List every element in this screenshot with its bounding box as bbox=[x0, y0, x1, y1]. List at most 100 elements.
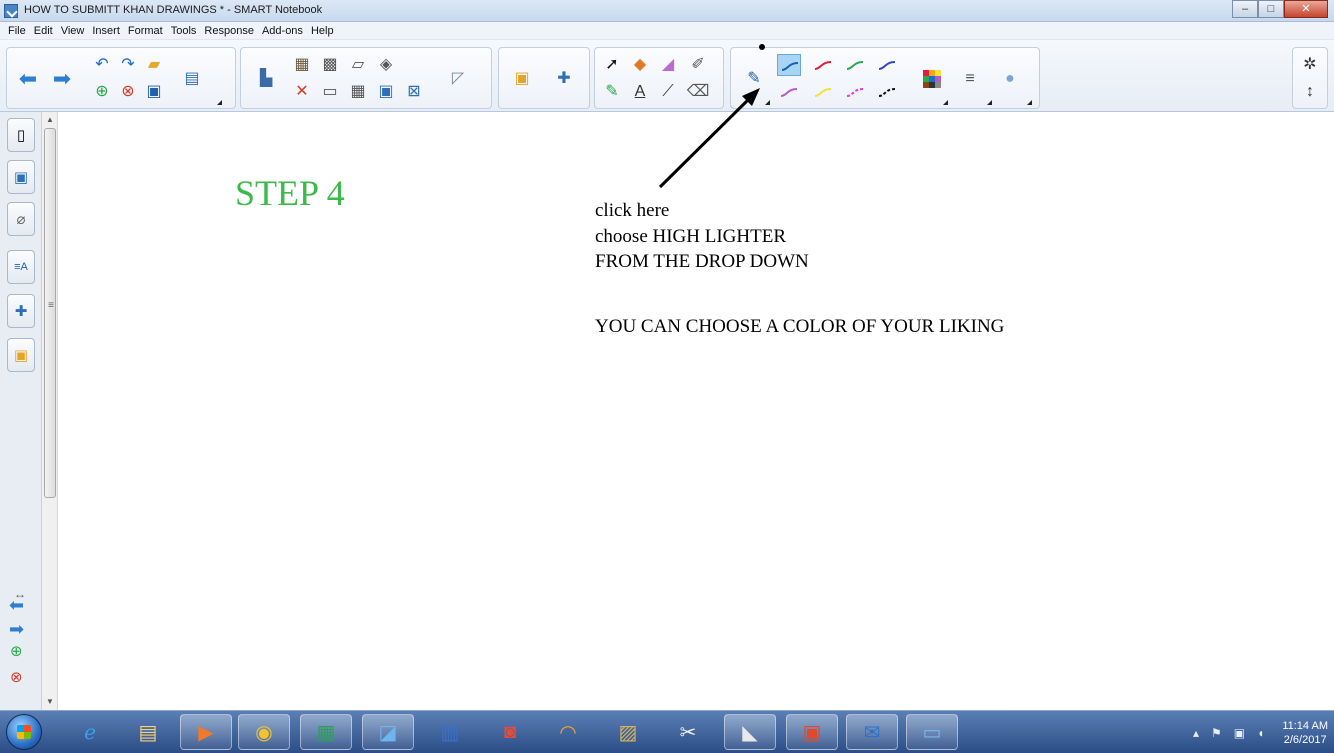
delete-icon[interactable]: ✕ bbox=[291, 81, 313, 103]
menu-insert[interactable]: Insert bbox=[88, 25, 124, 37]
properties-tab[interactable]: ≡A bbox=[7, 250, 35, 284]
smart-notebook-icon[interactable]: ◪ bbox=[362, 714, 414, 750]
color-palette-icon[interactable] bbox=[921, 68, 943, 90]
photos-icon[interactable]: ▭ bbox=[906, 714, 958, 750]
network-icon[interactable]: ▣ bbox=[1234, 726, 1245, 740]
menu-edit[interactable]: Edit bbox=[30, 25, 57, 37]
screen-capture-icon[interactable]: ▩ bbox=[319, 54, 341, 76]
close-button[interactable]: ✕ bbox=[1284, 0, 1328, 18]
response-icon[interactable]: ▣ bbox=[511, 68, 533, 90]
text-icon[interactable]: A bbox=[629, 81, 651, 103]
pen-color-purple[interactable] bbox=[777, 81, 801, 103]
internet-explorer-icon[interactable]: ℯ bbox=[64, 714, 116, 750]
eraser-icon[interactable]: ⌫ bbox=[687, 81, 710, 103]
display-icon[interactable]: ▤ bbox=[181, 68, 203, 90]
pen-color-green[interactable] bbox=[843, 54, 867, 76]
attachments-tab[interactable]: ⌀ bbox=[7, 202, 35, 236]
vertical-scrollbar[interactable]: ▲ ▼ bbox=[42, 112, 58, 710]
sidebar-grip-icon[interactable]: ≡ bbox=[48, 300, 54, 311]
scrollbar-thumb[interactable] bbox=[44, 128, 56, 498]
close-capture-icon[interactable]: ⊠ bbox=[403, 81, 425, 103]
chrome-icon[interactable]: ◉ bbox=[238, 714, 290, 750]
pen-color-darkblue[interactable] bbox=[875, 54, 899, 76]
add-page-icon[interactable]: ⊕ bbox=[10, 642, 23, 660]
maximize-button[interactable]: □ bbox=[1258, 0, 1284, 18]
response-tab[interactable]: ▣ bbox=[7, 338, 35, 372]
minimize-button[interactable]: – bbox=[1232, 0, 1258, 18]
excel-icon[interactable]: ▦ bbox=[300, 714, 352, 750]
open-file-icon[interactable]: ▰ bbox=[143, 54, 165, 76]
pens-icon[interactable]: ✎ bbox=[601, 81, 623, 103]
transparency-icon[interactable]: ● bbox=[999, 68, 1021, 90]
pen-color-magenta[interactable] bbox=[843, 81, 867, 103]
previous-page-icon[interactable]: ⬅ bbox=[9, 595, 24, 616]
transparency-dropdown-arrow[interactable] bbox=[1027, 100, 1032, 105]
app-icon[interactable]: ▨ bbox=[602, 714, 654, 750]
show-hidden-icons-icon[interactable]: ▴ bbox=[1193, 726, 1199, 740]
settings-gear-icon[interactable]: ✲ bbox=[1299, 54, 1321, 76]
menu-file[interactable]: File bbox=[4, 25, 30, 37]
volume-icon[interactable]: ◖ bbox=[1257, 726, 1264, 740]
file-explorer-icon[interactable]: ▤ bbox=[122, 714, 174, 750]
page-sorter-tab[interactable]: ▯ bbox=[7, 118, 35, 152]
gallery-tab[interactable]: ▣ bbox=[7, 160, 35, 194]
outlook-icon[interactable]: ✉ bbox=[846, 714, 898, 750]
add-ons-tab[interactable]: ✚ bbox=[7, 294, 35, 328]
pen-color-yellow[interactable] bbox=[811, 81, 835, 103]
menu-add-ons[interactable]: Add-ons bbox=[258, 25, 307, 37]
line-icon[interactable]: ⟋ bbox=[657, 81, 679, 103]
pen-color-blue[interactable] bbox=[777, 54, 801, 76]
scroll-down-icon[interactable]: ▼ bbox=[46, 697, 54, 706]
word-icon[interactable]: ▥ bbox=[424, 714, 476, 750]
line-style-icon[interactable]: ≡ bbox=[959, 68, 981, 90]
media-player-icon[interactable]: ▶ bbox=[180, 714, 232, 750]
table-icon[interactable]: ▦ bbox=[347, 81, 369, 103]
display-dropdown-arrow[interactable] bbox=[217, 100, 222, 105]
start-button[interactable] bbox=[6, 714, 42, 750]
snipping-tool-icon[interactable]: ✂ bbox=[662, 714, 714, 750]
menu-help[interactable]: Help bbox=[307, 25, 338, 37]
previous-page-icon[interactable]: ⬅ bbox=[17, 68, 39, 90]
snagit-icon[interactable]: ◙ bbox=[484, 714, 536, 750]
next-page-icon[interactable]: ➡ bbox=[9, 619, 24, 640]
screen-shade-toggle-icon[interactable]: ▭ bbox=[319, 81, 341, 103]
select-icon[interactable]: ➚ bbox=[601, 54, 623, 76]
menu-view[interactable]: View bbox=[57, 25, 89, 37]
text-tool-glyph: A bbox=[634, 83, 646, 100]
add-page-icon[interactable]: ⊕ bbox=[91, 81, 113, 103]
redo-icon[interactable]: ↷ bbox=[117, 54, 139, 76]
pen-type-icon[interactable]: ✎ bbox=[743, 68, 765, 90]
line-style-dropdown-arrow[interactable] bbox=[987, 100, 992, 105]
pen-color-red[interactable] bbox=[811, 54, 835, 76]
magic-pen-icon[interactable]: ✐ bbox=[687, 54, 709, 76]
move-toolbar-icon[interactable]: ↕ bbox=[1299, 81, 1321, 103]
save-icon[interactable]: ▣ bbox=[143, 81, 165, 103]
add-ons-icon[interactable]: ✚ bbox=[553, 68, 575, 90]
action-center-flag-icon[interactable]: ⚑ bbox=[1211, 726, 1222, 740]
measure-icon[interactable]: ◸ bbox=[447, 68, 469, 90]
powerpoint-icon[interactable]: ▣ bbox=[786, 714, 838, 750]
paste-icon[interactable]: ▦ bbox=[291, 54, 313, 76]
pen-type-dropdown-arrow[interactable] bbox=[765, 100, 770, 105]
delete-page-icon[interactable]: ⊗ bbox=[117, 81, 139, 103]
menu-tools[interactable]: Tools bbox=[167, 25, 201, 37]
undo-icon[interactable]: ↶ bbox=[91, 54, 113, 76]
properties-icon[interactable]: ◈ bbox=[375, 54, 397, 76]
capture-icon[interactable]: ▣ bbox=[375, 81, 397, 103]
menu-response[interactable]: Response bbox=[200, 25, 258, 37]
audacity-icon[interactable]: ◠ bbox=[542, 714, 594, 750]
menu-bar: File Edit View Insert Format Tools Respo… bbox=[0, 22, 1334, 40]
color-dropdown-arrow[interactable] bbox=[943, 100, 948, 105]
delete-page-icon[interactable]: ⊗ bbox=[10, 668, 23, 686]
scroll-up-icon[interactable]: ▲ bbox=[46, 115, 54, 124]
screen-shade-icon[interactable]: ▙ bbox=[255, 68, 277, 90]
main-toolbar: ⬅ ➡ ↶ ⊕ ↷ ⊗ ▰ ▣ ▤ ▙ ▦ ✕ ▩ ▭ ▱ ▦ ◈ ▣ ⊠ ◸ … bbox=[0, 40, 1334, 112]
shapes-icon[interactable]: ◆ bbox=[629, 54, 651, 76]
pen-color-black[interactable] bbox=[875, 81, 899, 103]
clock[interactable]: 11:14 AM 2/6/2017 bbox=[1282, 719, 1328, 747]
menu-format[interactable]: Format bbox=[124, 25, 167, 37]
document-camera-icon[interactable]: ▱ bbox=[347, 54, 369, 76]
document-camera-icon[interactable]: ◣ bbox=[724, 714, 776, 750]
fill-icon[interactable]: ◢ bbox=[657, 54, 679, 76]
next-page-icon[interactable]: ➡ bbox=[51, 68, 73, 90]
